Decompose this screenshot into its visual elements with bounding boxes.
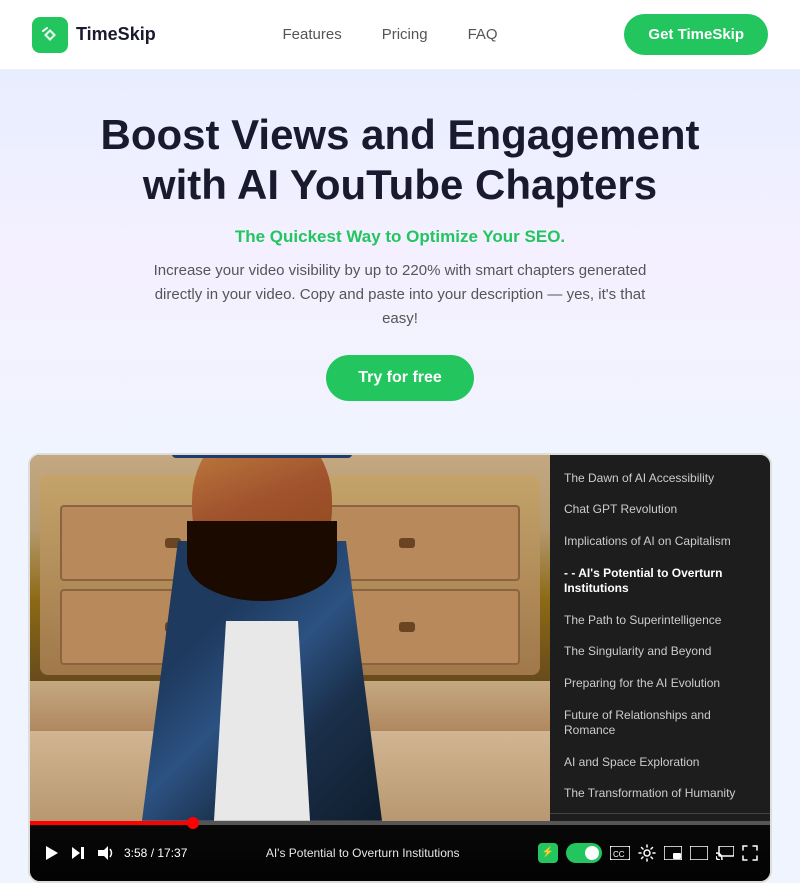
hero-subtitle: The Quickest Way to Optimize Your SEO. bbox=[80, 227, 720, 247]
hero-description: Increase your video visibility by up to … bbox=[140, 259, 660, 331]
logo: TimeSkip bbox=[32, 17, 156, 53]
chapter-item-6[interactable]: Preparing for the AI Evolution bbox=[550, 668, 770, 700]
logo-icon bbox=[32, 17, 68, 53]
right-controls: ⚡ CC bbox=[538, 843, 758, 863]
progress-dot bbox=[187, 817, 199, 829]
hero-section: Boost Views and Engagement with AI YouTu… bbox=[0, 70, 800, 453]
navbar: TimeSkip Features Pricing FAQ Get TimeSk… bbox=[0, 0, 800, 70]
chapter-item-0[interactable]: The Dawn of AI Accessibility bbox=[550, 463, 770, 495]
controls-bar: 3:58 / 17:37 AI's Potential to Overturn … bbox=[30, 825, 770, 881]
panel-actions bbox=[550, 813, 770, 821]
chapter-item-1[interactable]: Chat GPT Revolution bbox=[550, 494, 770, 526]
chapter-item-7[interactable]: Future of Relationships and Romance bbox=[550, 700, 770, 747]
nav-links: Features Pricing FAQ bbox=[283, 26, 498, 44]
hero-headline: Boost Views and Engagement with AI YouTu… bbox=[80, 110, 720, 211]
video-player: The Dawn of AI AccessibilityChat GPT Rev… bbox=[28, 453, 772, 883]
try-free-button[interactable]: Try for free bbox=[326, 355, 474, 401]
chapter-item-4[interactable]: The Path to Superintelligence bbox=[550, 605, 770, 637]
nav-pricing[interactable]: Pricing bbox=[382, 26, 428, 43]
settings-button[interactable] bbox=[638, 844, 656, 862]
person-beard bbox=[187, 521, 337, 601]
video-controls-container: 3:58 / 17:37 AI's Potential to Overturn … bbox=[30, 821, 770, 881]
timeskip-badge-icon: ⚡ bbox=[538, 843, 558, 863]
nav-features[interactable]: Features bbox=[283, 26, 342, 43]
video-scene bbox=[30, 455, 550, 821]
skip-button[interactable] bbox=[70, 845, 86, 861]
chapter-item-9[interactable]: The Transformation of Humanity bbox=[550, 778, 770, 810]
cast-button[interactable] bbox=[716, 846, 734, 860]
nav-faq[interactable]: FAQ bbox=[468, 26, 498, 43]
logo-text: TimeSkip bbox=[76, 24, 156, 45]
progress-bar[interactable] bbox=[30, 821, 770, 825]
video-main: The Dawn of AI AccessibilityChat GPT Rev… bbox=[30, 455, 770, 821]
chapter-toggle[interactable] bbox=[566, 843, 602, 863]
chapter-item-8[interactable]: AI and Space Exploration bbox=[550, 747, 770, 779]
play-button[interactable] bbox=[42, 844, 60, 862]
cc-button[interactable]: CC bbox=[610, 846, 630, 860]
svg-text:CC: CC bbox=[613, 850, 625, 859]
progress-fill bbox=[30, 821, 193, 825]
miniplayer-button[interactable] bbox=[664, 846, 682, 860]
person-cap-brim bbox=[172, 455, 352, 458]
theater-button[interactable] bbox=[690, 846, 708, 860]
chapters-panel: The Dawn of AI AccessibilityChat GPT Rev… bbox=[550, 455, 770, 821]
time-display: 3:58 / 17:37 bbox=[124, 846, 187, 860]
fullscreen-button[interactable] bbox=[742, 845, 758, 861]
chapter-item-3[interactable]: - AI's Potential to Overturn Institution… bbox=[550, 558, 770, 605]
volume-button[interactable] bbox=[96, 844, 114, 862]
get-timeskip-button[interactable]: Get TimeSkip bbox=[624, 14, 768, 55]
chapter-label: AI's Potential to Overturn Institutions bbox=[197, 846, 528, 860]
chapter-item-2[interactable]: Implications of AI on Capitalism bbox=[550, 526, 770, 558]
person bbox=[122, 455, 402, 821]
chapter-item-5[interactable]: The Singularity and Beyond bbox=[550, 636, 770, 668]
